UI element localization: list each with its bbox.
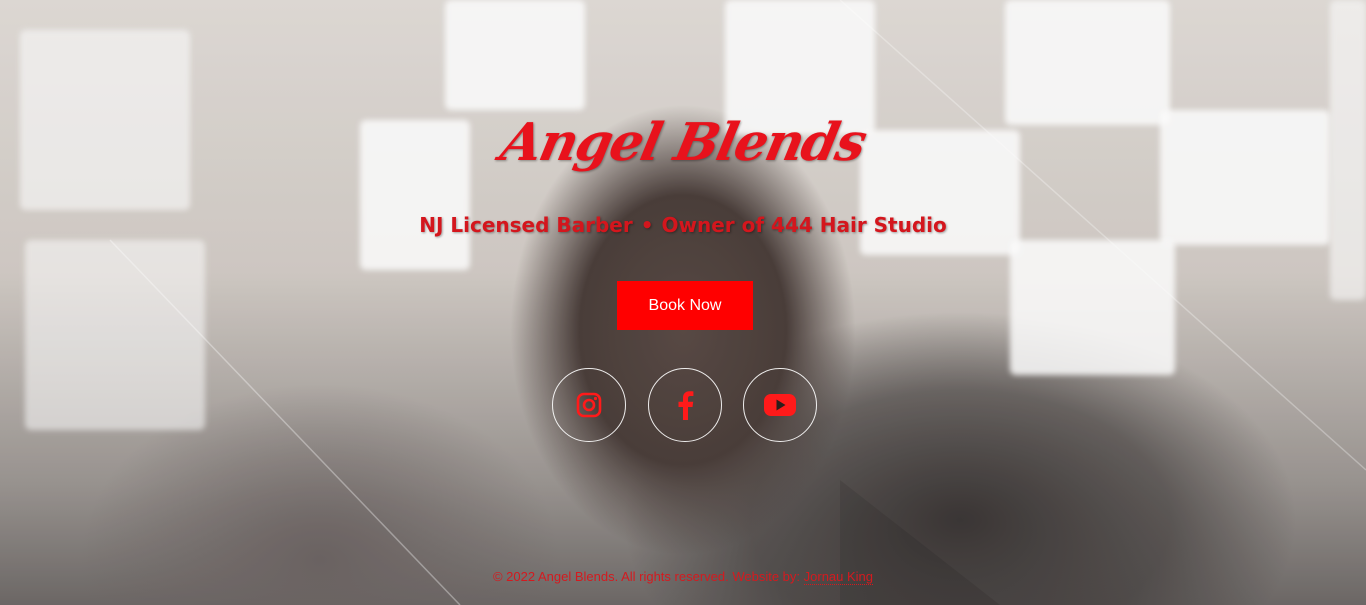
tagline-studio: Owner of 444 Hair Studio <box>661 213 947 237</box>
book-now-button[interactable]: Book Now <box>617 281 753 330</box>
footer-credit-link[interactable]: Jornau King <box>803 569 874 585</box>
tagline: NJ Licensed Barber • Owner of 444 Hair Stu… <box>0 213 1366 237</box>
hero-content: Angel Blends NJ Licensed Barber • Owner of… <box>0 0 1366 605</box>
tagline-license: NJ Licensed Barber <box>419 213 633 237</box>
tagline-separator: • <box>640 213 654 237</box>
youtube-icon <box>763 392 797 418</box>
footer-copyright: © 2022 Angel Blends. All rights reserved… <box>492 569 804 584</box>
youtube-link[interactable] <box>743 368 817 442</box>
facebook-link[interactable] <box>648 368 722 442</box>
instagram-icon <box>575 391 603 419</box>
brand-logo[interactable]: Angel Blends <box>0 112 1366 173</box>
footer: © 2022 Angel Blends. All rights reserved… <box>0 569 1366 585</box>
instagram-link[interactable] <box>552 368 626 442</box>
facebook-icon <box>675 390 695 420</box>
